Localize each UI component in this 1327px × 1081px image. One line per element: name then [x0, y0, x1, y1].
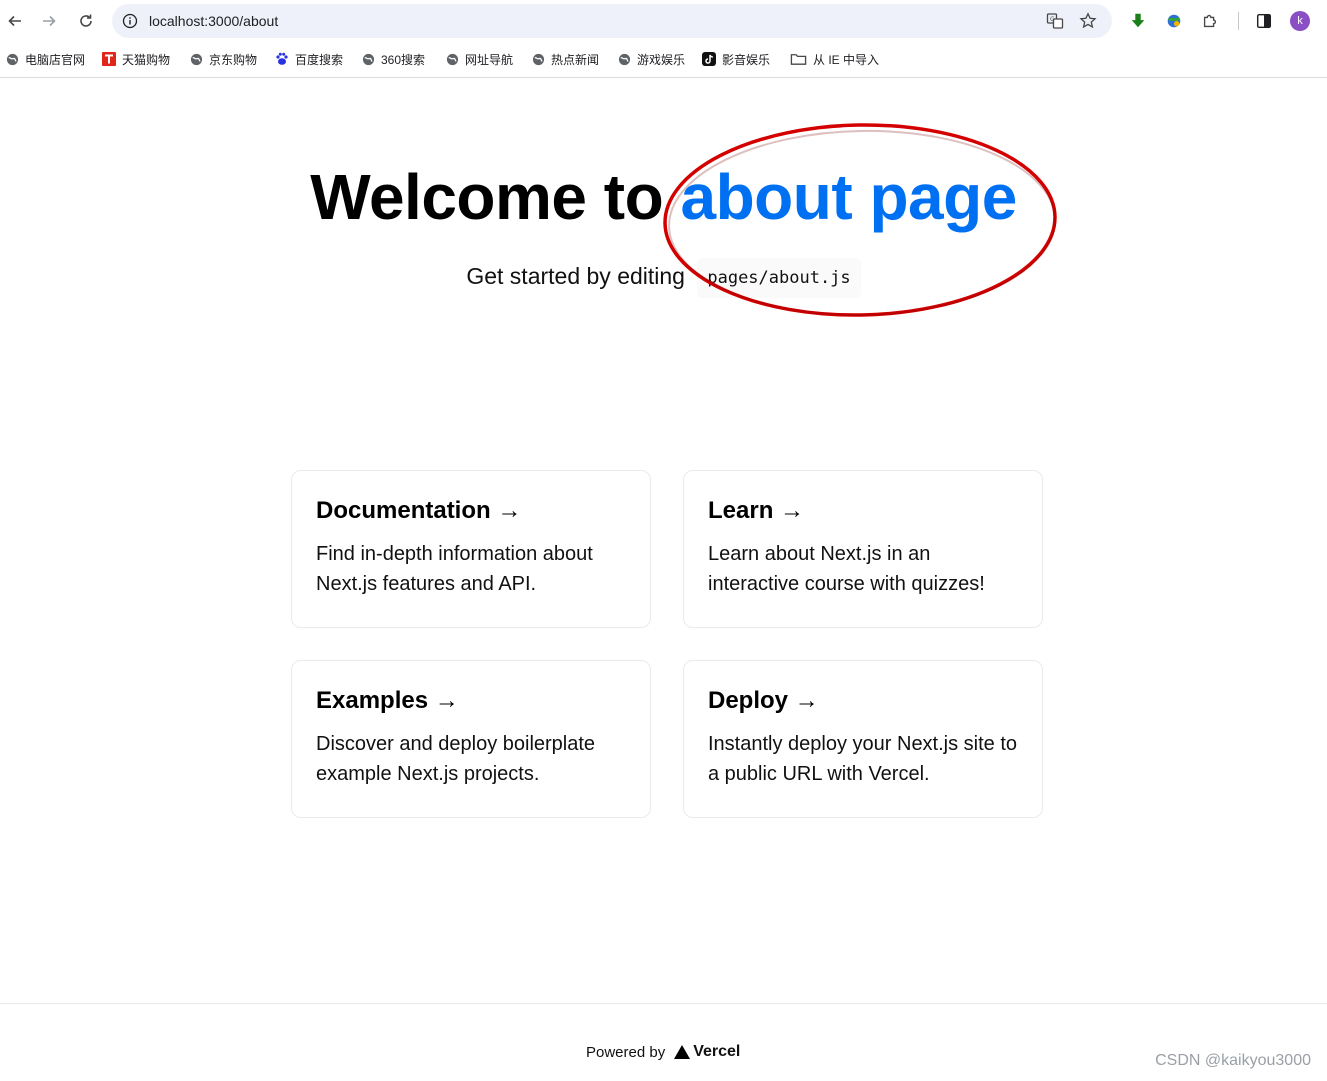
- globe-icon: [361, 52, 375, 66]
- info-icon[interactable]: [122, 13, 138, 29]
- bookmark-item[interactable]: 从 IE 中导入: [789, 50, 879, 68]
- card-title: Documentation →: [316, 497, 522, 524]
- learn-card[interactable]: Learn → Learn about Next.js in an intera…: [683, 470, 1043, 628]
- folder-icon: [789, 52, 807, 66]
- bookmark-item[interactable]: 影音娱乐: [702, 50, 770, 68]
- bookmark-label: 电脑店官网: [25, 52, 86, 67]
- page-title: Welcome to about page: [0, 160, 1327, 234]
- page-subtitle: Get started by editing pages/about.js: [0, 258, 1327, 298]
- globe-icon: [531, 52, 545, 66]
- card-description: Instantly deploy your Next.js site to a …: [708, 733, 1018, 785]
- bookmark-item[interactable]: 天猫购物: [102, 50, 170, 68]
- bookmark-label: 热点新闻: [551, 52, 600, 67]
- footer-divider: [0, 1003, 1327, 1004]
- title-prefix: Welcome to: [310, 161, 681, 233]
- card-title: Examples →: [316, 687, 459, 714]
- card-description: Learn about Next.js in an interactive co…: [708, 543, 985, 595]
- title-accent: about page: [680, 161, 1017, 233]
- toolbar-separator: [1238, 12, 1239, 30]
- card-description: Discover and deploy boilerplate example …: [316, 733, 596, 785]
- baidu-icon: [275, 52, 289, 66]
- address-bar[interactable]: localhost:3000/about G: [112, 4, 1112, 38]
- bookmark-label: 网址导航: [465, 52, 514, 67]
- card-title: Learn →: [708, 497, 805, 524]
- bookmark-item[interactable]: 热点新闻: [531, 50, 599, 68]
- chrome-divider: [0, 77, 1327, 78]
- vercel-triangle-icon: [674, 1045, 691, 1059]
- bookmarks-bar: 电脑店官网 天猫购物 京东购物 百度搜索 360搜索 网址导航 热点新闻 游戏娱…: [0, 44, 1327, 74]
- vercel-wordmark: Vercel: [693, 1043, 741, 1060]
- powered-by-text: Powered by: [586, 1043, 666, 1061]
- reload-button[interactable]: [74, 9, 98, 33]
- bookmark-item[interactable]: 网址导航: [445, 50, 513, 68]
- url-text[interactable]: localhost:3000/about: [149, 13, 278, 29]
- star-icon[interactable]: [1079, 12, 1097, 30]
- download-icon[interactable]: [1128, 11, 1148, 31]
- bookmark-label: 360搜索: [381, 52, 426, 67]
- card-title: Deploy →: [708, 687, 819, 714]
- bookmark-item[interactable]: 360搜索: [361, 50, 425, 68]
- powered-by-link[interactable]: Powered by Vercel: [586, 1043, 740, 1061]
- card-description: Find in-depth information about Next.js …: [316, 543, 593, 595]
- puzzle-icon[interactable]: [1200, 11, 1220, 31]
- bookmark-item[interactable]: 游戏娱乐: [617, 50, 685, 68]
- arrow-left-icon: [8, 15, 21, 27]
- reload-icon: [80, 14, 92, 27]
- code-snippet: pages/about.js: [697, 258, 861, 298]
- globe-icon: [5, 52, 19, 66]
- subtitle-text: Get started by editing: [466, 263, 685, 290]
- bookmark-label: 京东购物: [209, 52, 258, 67]
- bookmark-label: 天猫购物: [122, 52, 171, 67]
- browser-toolbar: localhost:3000/about G k: [0, 0, 1327, 42]
- back-button[interactable]: [3, 9, 27, 33]
- tiktok-icon: [702, 52, 716, 66]
- bookmark-label: 游戏娱乐: [637, 52, 686, 67]
- bookmark-label: 影音娱乐: [722, 52, 771, 67]
- side-panel-icon[interactable]: [1254, 11, 1274, 31]
- bookmark-label: 从 IE 中导入: [813, 52, 880, 67]
- deploy-card[interactable]: Deploy → Instantly deploy your Next.js s…: [683, 660, 1043, 818]
- vercel-logo: Vercel: [673, 1043, 740, 1061]
- watermark: CSDN @kaikyou3000: [1155, 1052, 1311, 1069]
- bookmark-item[interactable]: 电脑店官网: [5, 50, 85, 68]
- tmall-icon: [102, 52, 116, 66]
- bookmark-item[interactable]: 百度搜索: [275, 50, 343, 68]
- examples-card[interactable]: Examples → Discover and deploy boilerpla…: [291, 660, 651, 818]
- bookmark-item[interactable]: 京东购物: [189, 50, 257, 68]
- documentation-card[interactable]: Documentation → Find in-depth informatio…: [291, 470, 651, 628]
- arrow-right-icon: [43, 15, 56, 27]
- svg-text:G: G: [1050, 16, 1055, 23]
- forward-button[interactable]: [37, 9, 61, 33]
- globe-icon: [189, 52, 203, 66]
- globe-extension-icon[interactable]: [1164, 11, 1184, 31]
- profile-avatar[interactable]: k: [1290, 11, 1310, 31]
- globe-icon: [617, 52, 631, 66]
- translate-icon[interactable]: G: [1046, 12, 1064, 30]
- bookmark-label: 百度搜索: [295, 52, 344, 67]
- globe-icon: [445, 52, 459, 66]
